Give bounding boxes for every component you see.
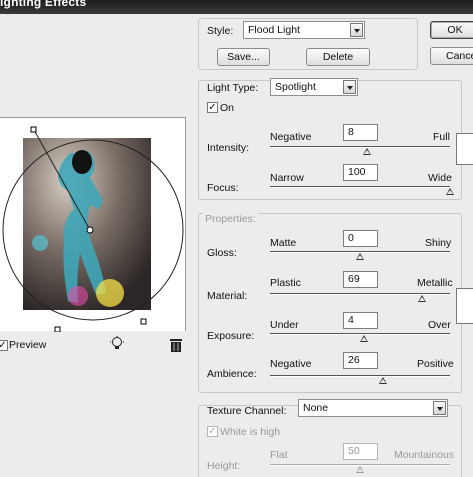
white-is-high-checkbox[interactable]: ✓ <box>207 426 218 437</box>
exposure-label: Exposure: <box>207 330 255 342</box>
light-corner-handle-2[interactable] <box>54 326 61 333</box>
lightbulb-icon[interactable] <box>110 336 124 352</box>
light-direction-handle[interactable] <box>30 126 37 133</box>
ambience-label: Ambience: <box>207 368 257 380</box>
properties-header: Properties: <box>203 213 258 225</box>
chevron-down-icon <box>343 80 356 94</box>
material-label: Material: <box>207 290 248 302</box>
material-input[interactable]: 69 <box>343 271 378 288</box>
preview-pane[interactable] <box>0 117 186 333</box>
style-value: Flood Light <box>248 24 300 36</box>
intensity-slider-thumb[interactable] <box>363 148 372 155</box>
glow-pink <box>68 286 88 306</box>
ambience-color-swatch[interactable] <box>456 288 473 324</box>
material-slider-thumb[interactable] <box>418 295 427 302</box>
intensity-label: Intensity: <box>207 142 250 154</box>
ambience-max: Positive <box>417 358 454 370</box>
texture-channel-select[interactable]: None <box>298 399 448 417</box>
light-type-select[interactable]: Spotlight <box>270 78 358 96</box>
glow-yellow <box>96 279 124 307</box>
light-color-swatch[interactable] <box>456 133 473 165</box>
preview-label: Preview <box>9 339 47 351</box>
light-type-label: Light Type: <box>207 82 259 94</box>
trash-icon[interactable] <box>170 338 182 352</box>
figure-hair <box>72 150 92 174</box>
glow-cyan <box>32 235 48 251</box>
height-label: Height: <box>207 460 241 472</box>
title-bar: ighting Effects <box>0 0 473 14</box>
ambience-min: Negative <box>270 358 312 370</box>
delete-button[interactable]: Delete <box>306 48 370 66</box>
texture-channel-label: Texture Channel: <box>207 405 287 417</box>
focus-input[interactable]: 100 <box>343 164 378 181</box>
focus-label: Focus: <box>207 182 239 194</box>
intensity-input[interactable]: 8 <box>343 124 378 141</box>
intensity-max: Full <box>433 131 450 143</box>
intensity-min: Negative <box>270 131 312 143</box>
light-center-handle[interactable] <box>86 226 94 234</box>
exposure-max: Over <box>428 319 451 331</box>
preview-canvas[interactable] <box>0 118 186 333</box>
intensity-slider[interactable] <box>270 146 450 148</box>
light-corner-handle[interactable] <box>140 318 147 325</box>
height-min: Flat <box>270 449 288 461</box>
gloss-slider-thumb[interactable] <box>356 253 364 260</box>
material-max: Metallic <box>417 277 453 289</box>
ok-button[interactable]: OK <box>430 21 473 39</box>
focus-min: Narrow <box>270 172 304 184</box>
cancel-button[interactable]: Cance <box>430 47 473 65</box>
material-min: Plastic <box>270 277 301 289</box>
gloss-max: Shiny <box>425 237 452 249</box>
height-max: Mountainous <box>394 449 455 461</box>
on-label: On <box>220 102 235 114</box>
exposure-slider-thumb[interactable] <box>359 335 368 342</box>
gloss-min: Matte <box>270 237 297 249</box>
focus-max: Wide <box>428 172 452 184</box>
gloss-label: Gloss: <box>207 247 237 259</box>
on-checkbox[interactable]: ✓ <box>207 102 218 113</box>
save-button[interactable]: Save... <box>217 48 270 66</box>
height-input[interactable]: 50 <box>343 443 378 460</box>
light-type-value: Spotlight <box>275 81 316 93</box>
ambience-slider[interactable] <box>270 375 450 377</box>
preview-checkbox[interactable]: ✓ <box>0 340 8 351</box>
exposure-input[interactable]: 4 <box>343 312 378 329</box>
ambience-slider-thumb[interactable] <box>379 377 388 384</box>
gloss-input[interactable]: 0 <box>343 230 378 247</box>
style-label: Style: <box>207 25 234 37</box>
window-title: ighting Effects <box>0 0 87 9</box>
exposure-min: Under <box>270 319 299 331</box>
ambience-input[interactable]: 26 <box>343 352 378 369</box>
focus-slider[interactable] <box>270 186 450 188</box>
height-slider-thumb[interactable] <box>356 466 364 473</box>
texture-channel-value: None <box>303 402 329 414</box>
chevron-down-icon <box>433 401 446 415</box>
style-select[interactable]: Flood Light <box>243 21 365 39</box>
white-is-high-label: White is high <box>220 426 281 438</box>
focus-slider-thumb[interactable] <box>446 188 454 195</box>
chevron-down-icon <box>350 23 363 37</box>
